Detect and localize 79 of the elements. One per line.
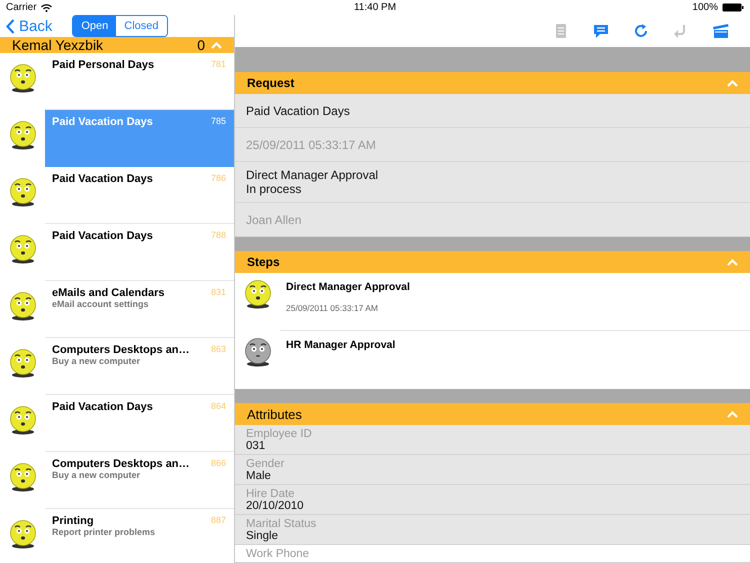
request-detail: Paid Vacation Days bbox=[246, 104, 351, 118]
face-icon bbox=[8, 519, 36, 549]
face-icon bbox=[8, 291, 36, 321]
attribute-label: Hire Date bbox=[246, 488, 296, 500]
request-detail: In process bbox=[246, 182, 302, 196]
face-icon bbox=[8, 177, 36, 207]
request-row[interactable]: Paid Vacation Days 788 bbox=[45, 224, 234, 281]
battery-percent: 100% bbox=[692, 2, 718, 13]
step-name: HR Manager Approval bbox=[286, 339, 396, 351]
request-number: 781 bbox=[210, 59, 226, 71]
request-title: eMails and Calendars bbox=[52, 287, 166, 299]
request-title: Computers Desktops an… bbox=[52, 458, 191, 470]
attribute-value: 031 bbox=[246, 440, 266, 452]
collapse-chevron-icon[interactable] bbox=[211, 42, 222, 48]
group-name: Kemal Yexzbik bbox=[12, 37, 104, 53]
section-header[interactable]: Steps bbox=[235, 251, 750, 273]
request-title: Paid Vacation Days bbox=[52, 116, 154, 128]
refresh-icon[interactable] bbox=[632, 22, 650, 40]
request-subtitle: Buy a new computer bbox=[52, 356, 142, 366]
request-number: 863 bbox=[210, 344, 226, 356]
face-icon bbox=[8, 462, 36, 492]
section-title: Attributes bbox=[247, 406, 302, 422]
request-row[interactable]: Computers Desktops an… Buy a new computer 866 bbox=[45, 452, 234, 509]
back-chevron-icon[interactable] bbox=[6, 18, 15, 34]
face-icon bbox=[8, 63, 36, 93]
request-number: 831 bbox=[210, 287, 226, 299]
carrier-label: Carrier bbox=[6, 2, 37, 13]
request-row[interactable]: Computers Desktops an… Buy a new computer 863 bbox=[45, 338, 234, 395]
attribute-label: Work Phone bbox=[246, 548, 310, 560]
request-detail: Joan Allen bbox=[246, 212, 302, 226]
request-title: Paid Vacation Days bbox=[52, 230, 154, 242]
attribute-label: Employee ID bbox=[246, 428, 313, 440]
section-header[interactable]: Attributes bbox=[235, 403, 750, 425]
request-number: 788 bbox=[210, 230, 226, 242]
collapse-chevron-icon[interactable] bbox=[727, 80, 738, 86]
request-number: 864 bbox=[210, 401, 226, 413]
attribute-label: Gender bbox=[246, 458, 286, 470]
request-title: Paid Vacation Days bbox=[52, 173, 154, 185]
face-icon bbox=[8, 120, 36, 150]
group-count: 0 bbox=[197, 37, 205, 53]
battery-icon bbox=[722, 3, 744, 12]
chat-bubble-icon[interactable] bbox=[592, 22, 610, 40]
group-header[interactable]: Kemal Yexzbik 0 bbox=[0, 37, 234, 53]
request-subtitle: Report printer problems bbox=[52, 527, 156, 537]
request-number: 887 bbox=[210, 515, 226, 527]
attribute-value: Single bbox=[246, 530, 279, 542]
section-title: Steps bbox=[247, 255, 280, 269]
request-row[interactable]: eMails and Calendars eMail account settings 831 bbox=[45, 281, 234, 338]
clock-time: 11:40 PM bbox=[354, 2, 396, 13]
request-number: 786 bbox=[210, 173, 226, 185]
request-title: Printing bbox=[52, 515, 95, 527]
step-name: Direct Manager Approval bbox=[286, 281, 411, 293]
segment-tab[interactable]: Open bbox=[73, 16, 116, 36]
clapperboard-icon[interactable] bbox=[712, 22, 730, 40]
request-row[interactable]: Printing Report printer problems 887 bbox=[45, 509, 234, 563]
back-button[interactable]: Back bbox=[6, 18, 52, 34]
request-number: 785 bbox=[210, 116, 226, 128]
collapse-chevron-icon[interactable] bbox=[727, 258, 738, 266]
request-subtitle: Buy a new computer bbox=[52, 470, 142, 480]
collapse-chevron-icon[interactable] bbox=[727, 410, 738, 418]
step-date: 25/09/2011 05:33:17 AM bbox=[286, 303, 380, 313]
section-title: Request bbox=[247, 76, 294, 90]
section-header[interactable]: Request bbox=[235, 72, 750, 94]
request-row[interactable]: Paid Vacation Days 864 bbox=[45, 395, 234, 452]
attribute-label: Marital Status bbox=[246, 518, 318, 530]
request-detail: 25/09/2011 05:33:17 AM bbox=[246, 138, 377, 152]
attribute-value: Male bbox=[246, 470, 272, 482]
request-title: Computers Desktops an… bbox=[52, 344, 191, 356]
request-title: Paid Personal Days bbox=[52, 59, 156, 71]
face-icon bbox=[8, 405, 36, 435]
request-detail: Direct Manager Approval bbox=[246, 168, 380, 182]
attribute-value: 20/10/2010 bbox=[246, 500, 305, 512]
face-icon bbox=[8, 234, 36, 264]
request-number: 866 bbox=[210, 458, 226, 470]
request-title: Paid Vacation Days bbox=[52, 401, 154, 413]
wifi-icon bbox=[40, 4, 52, 12]
request-subtitle: eMail account settings bbox=[52, 299, 150, 309]
face-icon bbox=[8, 348, 36, 378]
request-row[interactable]: Paid Vacation Days 786 bbox=[45, 167, 234, 224]
